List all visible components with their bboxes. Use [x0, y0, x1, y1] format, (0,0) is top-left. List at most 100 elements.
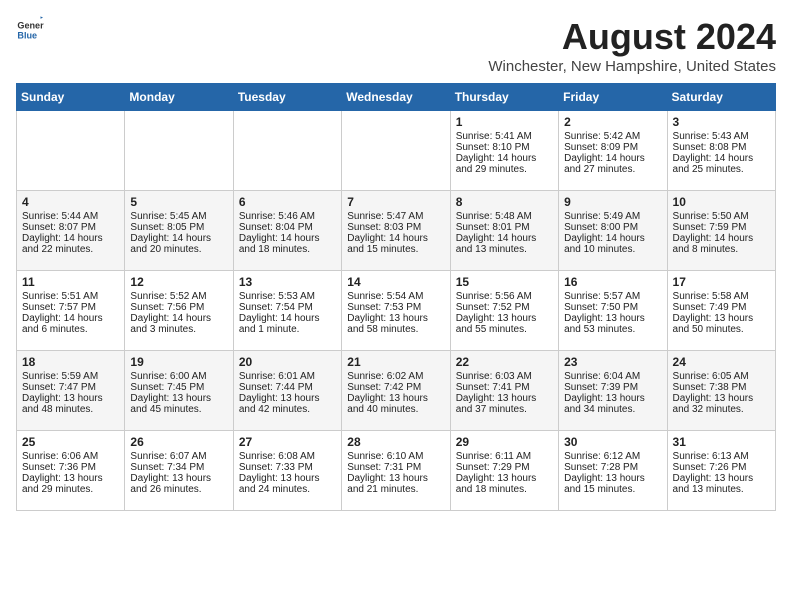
day-number: 11 — [22, 275, 119, 289]
day-cell: 9Sunrise: 5:49 AMSunset: 8:00 PMDaylight… — [559, 191, 667, 271]
day-info: Sunrise: 5:54 AM — [347, 291, 444, 302]
day-cell: 12Sunrise: 5:52 AMSunset: 7:56 PMDayligh… — [125, 271, 233, 351]
day-info: and 53 minutes. — [564, 324, 661, 335]
day-info: Sunset: 7:50 PM — [564, 302, 661, 313]
day-number: 28 — [347, 435, 444, 449]
header-row: SundayMondayTuesdayWednesdayThursdayFrid… — [17, 84, 776, 111]
day-info: Daylight: 14 hours — [130, 313, 227, 324]
day-cell: 16Sunrise: 5:57 AMSunset: 7:50 PMDayligh… — [559, 271, 667, 351]
day-info: Daylight: 13 hours — [347, 473, 444, 484]
day-cell: 20Sunrise: 6:01 AMSunset: 7:44 PMDayligh… — [233, 351, 341, 431]
day-info: Sunset: 7:59 PM — [673, 222, 770, 233]
day-cell: 1Sunrise: 5:41 AMSunset: 8:10 PMDaylight… — [450, 111, 558, 191]
day-info: and 48 minutes. — [22, 404, 119, 415]
day-number: 10 — [673, 195, 770, 209]
day-info: and 24 minutes. — [239, 484, 336, 495]
day-info: Sunrise: 6:05 AM — [673, 371, 770, 382]
day-info: Sunset: 7:52 PM — [456, 302, 553, 313]
page-header: General Blue August 2024 Winchester, New… — [16, 16, 776, 75]
day-number: 26 — [130, 435, 227, 449]
day-cell: 17Sunrise: 5:58 AMSunset: 7:49 PMDayligh… — [667, 271, 775, 351]
day-info: Daylight: 13 hours — [22, 393, 119, 404]
day-info: Daylight: 13 hours — [239, 473, 336, 484]
day-info: Sunrise: 6:06 AM — [22, 451, 119, 462]
day-info: Sunset: 8:08 PM — [673, 142, 770, 153]
week-row-5: 25Sunrise: 6:06 AMSunset: 7:36 PMDayligh… — [17, 431, 776, 511]
day-number: 23 — [564, 355, 661, 369]
day-number: 17 — [673, 275, 770, 289]
day-info: Sunset: 8:05 PM — [130, 222, 227, 233]
day-info: Daylight: 13 hours — [456, 473, 553, 484]
day-info: Sunset: 7:28 PM — [564, 462, 661, 473]
calendar-table: SundayMondayTuesdayWednesdayThursdayFrid… — [16, 83, 776, 511]
day-info: and 13 minutes. — [456, 244, 553, 255]
day-cell: 7Sunrise: 5:47 AMSunset: 8:03 PMDaylight… — [342, 191, 450, 271]
day-number: 16 — [564, 275, 661, 289]
day-number: 31 — [673, 435, 770, 449]
day-info: and 8 minutes. — [673, 244, 770, 255]
day-cell: 19Sunrise: 6:00 AMSunset: 7:45 PMDayligh… — [125, 351, 233, 431]
day-info: and 34 minutes. — [564, 404, 661, 415]
day-number: 1 — [456, 115, 553, 129]
day-info: Sunrise: 5:46 AM — [239, 211, 336, 222]
col-header-tuesday: Tuesday — [233, 84, 341, 111]
day-cell: 23 Sunrise: 6:04 AMSunset: 7:39 PMDayligh… — [559, 351, 667, 431]
week-row-2: 4Sunrise: 5:44 AMSunset: 8:07 PMDaylight… — [17, 191, 776, 271]
month-title: August 2024 — [488, 16, 776, 58]
day-cell: 5Sunrise: 5:45 AMSunset: 8:05 PMDaylight… — [125, 191, 233, 271]
day-info: Daylight: 13 hours — [564, 473, 661, 484]
day-number: 30 — [564, 435, 661, 449]
day-info: Sunset: 7:41 PM — [456, 382, 553, 393]
day-cell: 8Sunrise: 5:48 AMSunset: 8:01 PMDaylight… — [450, 191, 558, 271]
day-info: Daylight: 13 hours — [130, 393, 227, 404]
day-info: Sunset: 7:39 PM — [564, 382, 661, 393]
col-header-saturday: Saturday — [667, 84, 775, 111]
day-info: and 6 minutes. — [22, 324, 119, 335]
day-number: 19 — [130, 355, 227, 369]
day-info: Sunrise: 6:10 AM — [347, 451, 444, 462]
day-info: Sunrise: 5:48 AM — [456, 211, 553, 222]
day-info: and 50 minutes. — [673, 324, 770, 335]
day-info: and 26 minutes. — [130, 484, 227, 495]
day-cell: 13Sunrise: 5:53 AMSunset: 7:54 PMDayligh… — [233, 271, 341, 351]
day-cell: 29Sunrise: 6:11 AMSunset: 7:29 PMDayligh… — [450, 431, 558, 511]
day-number: 18 — [22, 355, 119, 369]
day-info: and 42 minutes. — [239, 404, 336, 415]
day-cell: 15Sunrise: 5:56 AMSunset: 7:52 PMDayligh… — [450, 271, 558, 351]
day-info: Daylight: 14 hours — [239, 313, 336, 324]
day-cell: 24Sunrise: 6:05 AMSunset: 7:38 PMDayligh… — [667, 351, 775, 431]
day-info: Sunset: 7:38 PM — [673, 382, 770, 393]
day-info: Sunset: 8:00 PM — [564, 222, 661, 233]
day-info: Sunrise: 5:56 AM — [456, 291, 553, 302]
day-info: Sunset: 7:44 PM — [239, 382, 336, 393]
day-info: Sunrise: 6:07 AM — [130, 451, 227, 462]
day-number: 6 — [239, 195, 336, 209]
day-cell — [125, 111, 233, 191]
day-cell — [17, 111, 125, 191]
day-number: 4 — [22, 195, 119, 209]
day-info: Sunrise: 5:41 AM — [456, 131, 553, 142]
day-info: Daylight: 13 hours — [564, 393, 661, 404]
day-info: Daylight: 13 hours — [456, 393, 553, 404]
day-info: Daylight: 13 hours — [22, 473, 119, 484]
col-header-monday: Monday — [125, 84, 233, 111]
day-info: Sunset: 7:57 PM — [22, 302, 119, 313]
day-info: Sunset: 8:07 PM — [22, 222, 119, 233]
day-info: Sunset: 8:10 PM — [456, 142, 553, 153]
day-number: 22 — [456, 355, 553, 369]
day-cell: 25Sunrise: 6:06 AMSunset: 7:36 PMDayligh… — [17, 431, 125, 511]
col-header-sunday: Sunday — [17, 84, 125, 111]
day-cell: 30Sunrise: 6:12 AMSunset: 7:28 PMDayligh… — [559, 431, 667, 511]
day-info: and 29 minutes. — [22, 484, 119, 495]
day-info: Sunrise: 5:59 AM — [22, 371, 119, 382]
day-info: Daylight: 13 hours — [130, 473, 227, 484]
day-info: Sunset: 7:45 PM — [130, 382, 227, 393]
day-info: and 21 minutes. — [347, 484, 444, 495]
day-info: Sunrise: 5:50 AM — [673, 211, 770, 222]
day-number: 24 — [673, 355, 770, 369]
day-number: 27 — [239, 435, 336, 449]
day-cell: 6Sunrise: 5:46 AMSunset: 8:04 PMDaylight… — [233, 191, 341, 271]
day-info: Daylight: 14 hours — [22, 233, 119, 244]
day-info: Sunrise: 6:04 AM — [564, 371, 661, 382]
day-cell — [233, 111, 341, 191]
